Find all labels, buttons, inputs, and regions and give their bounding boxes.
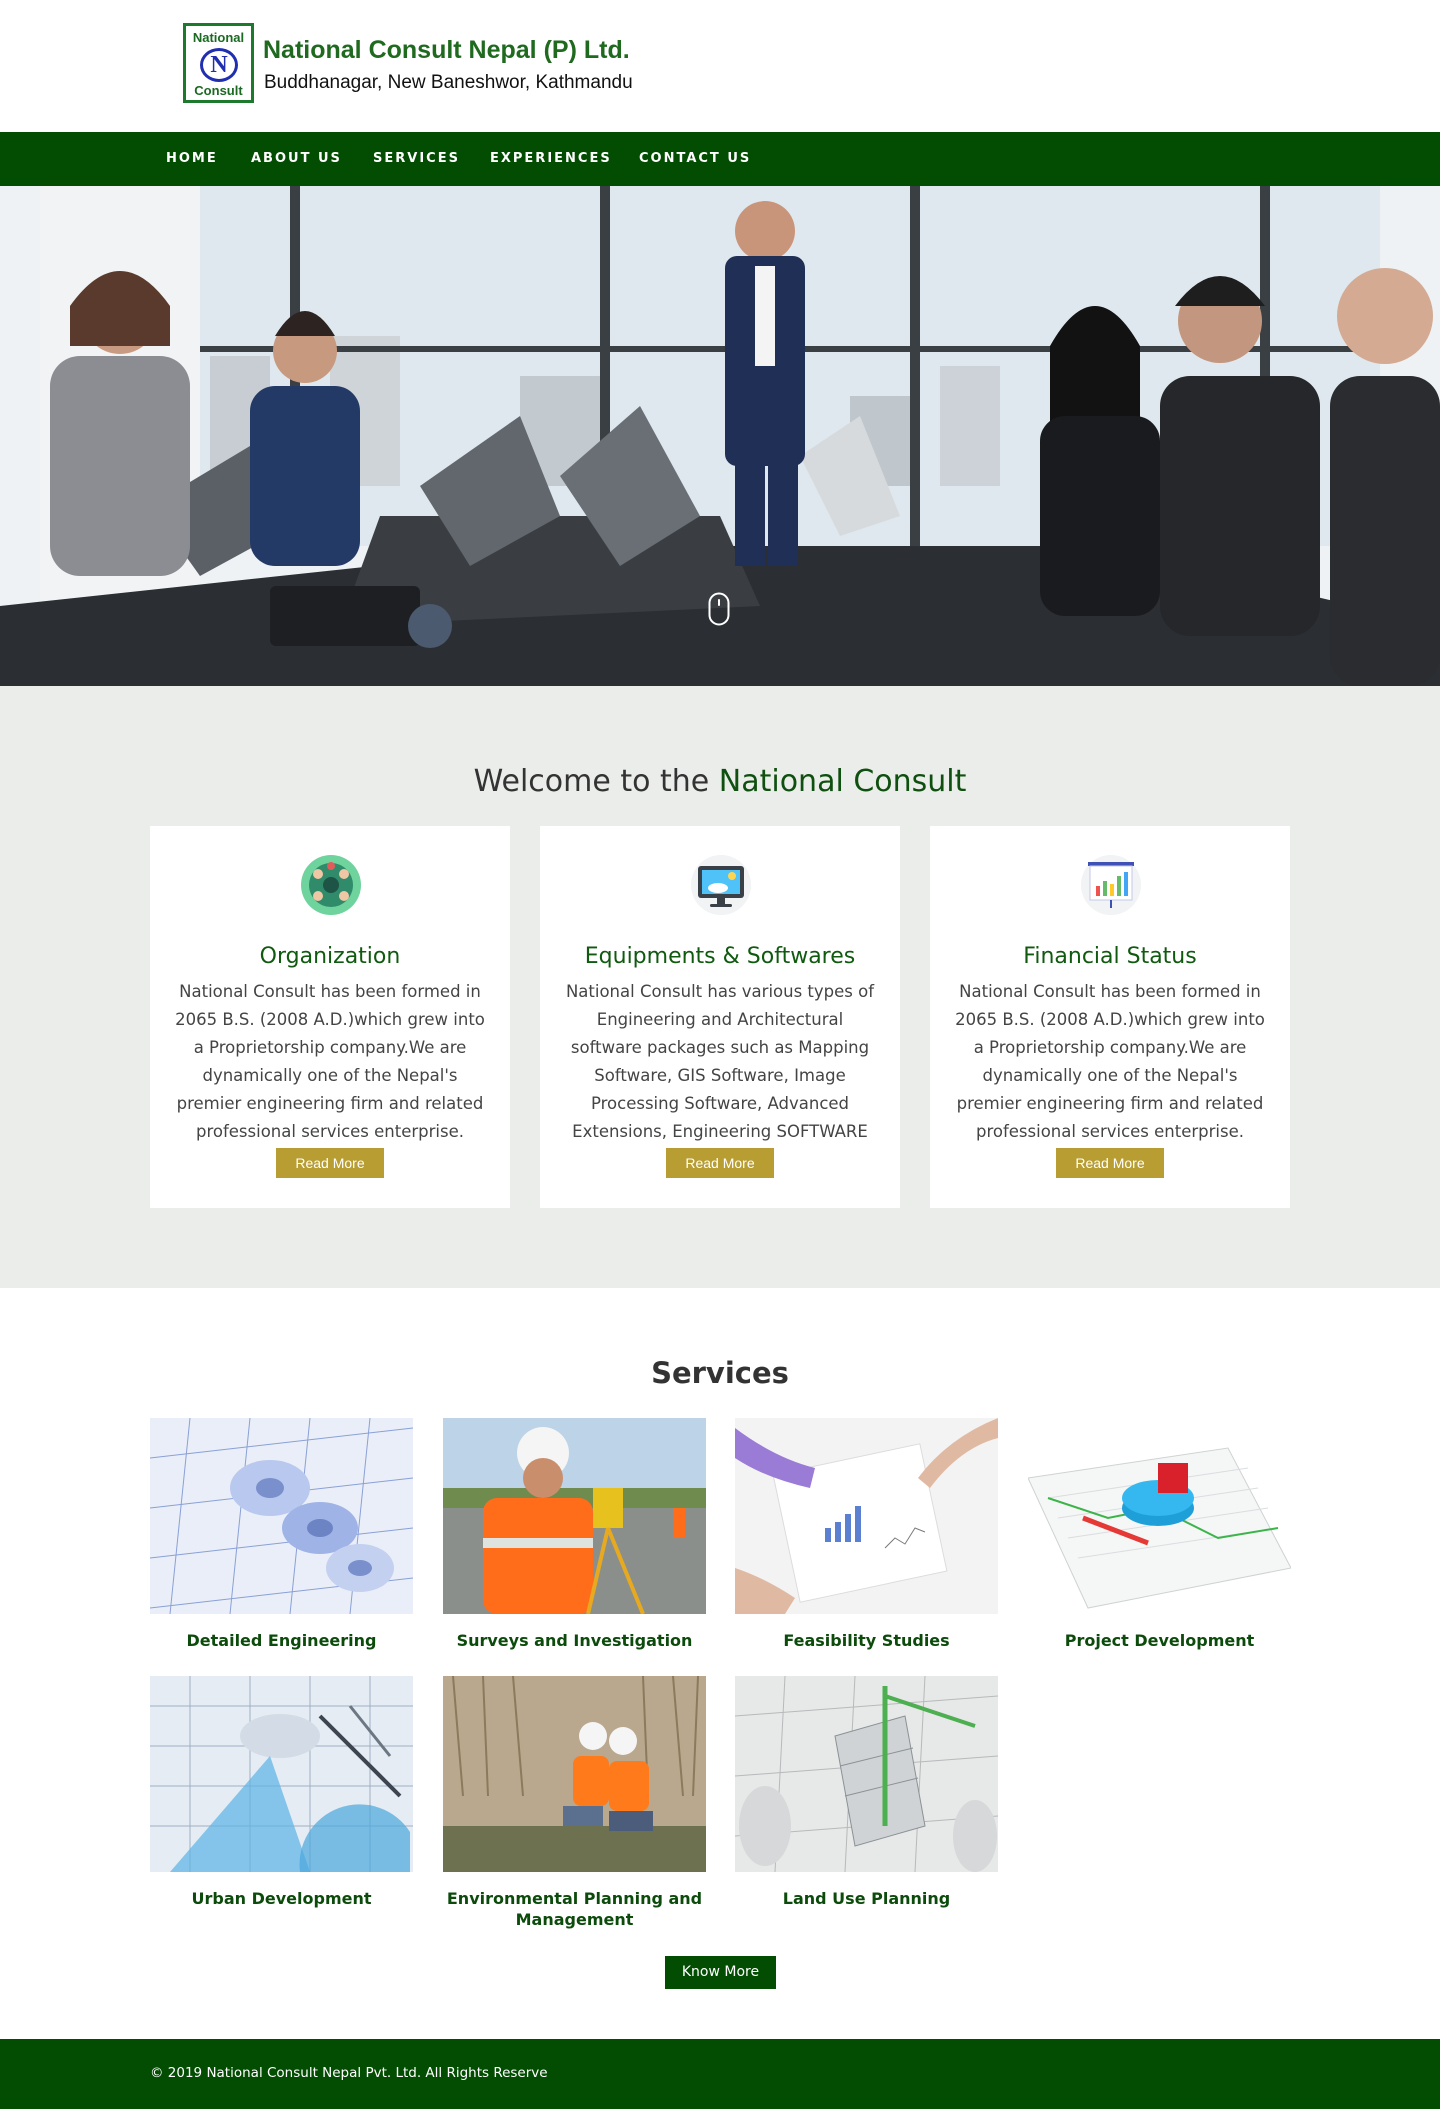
hero-banner [0, 186, 1440, 686]
nav-home[interactable]: HOME [166, 132, 218, 186]
nav-experiences[interactable]: EXPERIENCES [490, 132, 612, 186]
card-text: National Consult has various types of En… [565, 982, 875, 1169]
nav-about-us[interactable]: ABOUT US [251, 132, 342, 186]
welcome-title-prefix: Welcome to the [473, 764, 719, 799]
site-header: National N Consult National Consult Nepa… [0, 0, 1440, 132]
documents-analysis-image [735, 1418, 998, 1614]
welcome-title: Welcome to the National Consult [0, 764, 1440, 799]
service-environmental-planning[interactable]: Environmental Planning and Management [443, 1675, 706, 1930]
welcome-section: Welcome to the National Consult Organiza… [0, 686, 1440, 1288]
service-urban-development[interactable]: Urban Development [150, 1676, 413, 1909]
service-detailed-engineering[interactable]: Detailed Engineering [149, 1417, 414, 1651]
pie-chart-graph-image [1027, 1418, 1292, 1614]
logo-text-bottom: Consult [194, 83, 243, 98]
company-name: National Consult Nepal (P) Ltd. [263, 36, 630, 64]
know-more-button[interactable]: Know More [665, 1956, 776, 1989]
company-logo[interactable]: National N Consult [183, 23, 254, 103]
nav-services[interactable]: SERVICES [373, 132, 460, 186]
card-title: Equipments & Softwares [584, 944, 856, 969]
nav-contact-us[interactable]: CONTACT US [639, 132, 751, 186]
card-equipments: Equipments & Softwares National Consult … [540, 826, 900, 1208]
read-more-button[interactable]: Read More [1056, 1148, 1164, 1178]
organization-icon [301, 855, 361, 915]
card-title: Financial Status [1023, 944, 1197, 969]
card-text: National Consult has been formed in 2065… [175, 982, 485, 1141]
mouse-scroll-icon[interactable] [708, 592, 730, 626]
copyright-text: © 2019 National Consult Nepal Pvt. Ltd. … [150, 2065, 548, 2081]
card-organization: Organization National Consult has been f… [150, 826, 510, 1208]
service-label: Environmental Planning and Management [446, 1889, 703, 1929]
site-footer: © 2019 National Consult Nepal Pvt. Ltd. … [0, 2039, 1440, 2109]
welcome-title-highlight: National Consult [718, 764, 967, 799]
services-title: Services [651, 1356, 789, 1390]
blueprint-rolls-image [149, 1417, 414, 1615]
main-nav: HOME ABOUT US SERVICES EXPERIENCES CONTA… [0, 132, 1440, 186]
service-feasibility-studies[interactable]: Feasibility Studies [735, 1418, 998, 1651]
read-more-button[interactable]: Read More [666, 1148, 774, 1178]
monitor-icon [691, 855, 751, 915]
company-address: Buddhanagar, New Baneshwor, Kathmandu [264, 72, 633, 93]
card-title: Organization [259, 944, 401, 969]
surveyor-image [443, 1418, 706, 1615]
card-text: National Consult has been formed in 2065… [955, 982, 1265, 1141]
bar-chart-board-icon [1081, 855, 1141, 915]
drafting-tools-image [150, 1676, 413, 1872]
card-financial-status: Financial Status National Consult has be… [930, 826, 1290, 1208]
service-label: Surveys and Investigation [456, 1631, 693, 1650]
building-model-image [734, 1675, 999, 1873]
logo-text-top: National [192, 30, 245, 45]
logo-mark: N [200, 48, 238, 82]
service-label: Project Development [1064, 1631, 1255, 1650]
service-land-use-planning[interactable]: Land Use Planning [734, 1675, 999, 1909]
service-surveys-investigation[interactable]: Surveys and Investigation [443, 1418, 706, 1651]
service-label: Feasibility Studies [783, 1631, 950, 1650]
read-more-button[interactable]: Read More [276, 1148, 384, 1178]
field-researchers-image [443, 1675, 706, 1872]
service-label: Detailed Engineering [186, 1631, 377, 1650]
service-project-development[interactable]: Project Development [1027, 1418, 1292, 1651]
service-label: Urban Development [191, 1889, 372, 1908]
service-label: Land Use Planning [782, 1889, 951, 1908]
